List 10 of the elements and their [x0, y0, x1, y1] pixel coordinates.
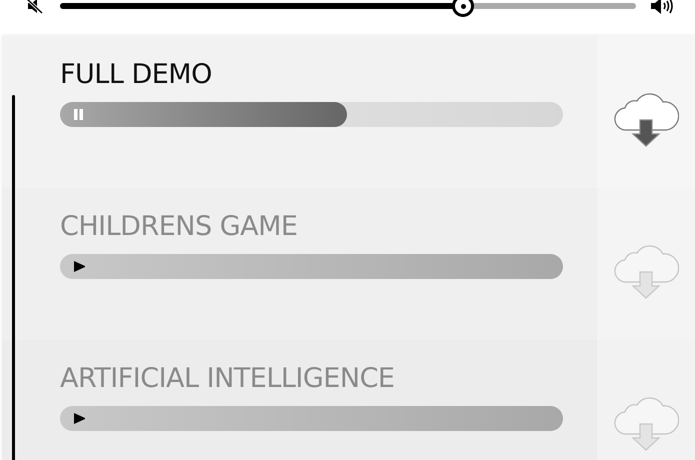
mute-icon[interactable] [26, 0, 44, 14]
track-title[interactable]: ARTIFICIAL INTELLIGENCE [60, 362, 394, 396]
track-title[interactable]: FULL DEMO [60, 58, 212, 92]
track-title[interactable]: CHILDRENS GAME [60, 210, 298, 244]
progress-bar[interactable] [60, 102, 563, 127]
play-icon[interactable] [73, 413, 85, 424]
play-icon[interactable] [73, 261, 85, 272]
pause-icon[interactable] [73, 109, 85, 120]
speaker-icon[interactable] [650, 0, 674, 15]
volume-slider[interactable] [60, 0, 636, 17]
